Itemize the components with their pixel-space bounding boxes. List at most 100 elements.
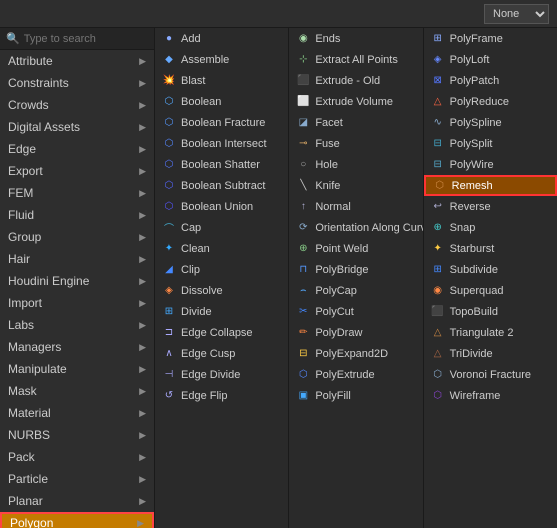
polyloft-icon: ◈ [430,52,446,68]
menu-item-polyextrude[interactable]: ⬡PolyExtrude [289,364,422,385]
menu-item-facet[interactable]: ◪Facet [289,112,422,133]
sidebar-item-manipulate[interactable]: Manipulate▶ [0,358,154,380]
menu-item-polyspline[interactable]: ∿PolySpline [424,112,557,133]
sidebar-item-managers[interactable]: Managers▶ [0,336,154,358]
menu-item-polydraw[interactable]: ✏PolyDraw [289,322,422,343]
sidebar-item-label: Fluid [8,208,34,222]
sidebar-item-particle[interactable]: Particle▶ [0,468,154,490]
menu-item-label: Normal [315,201,350,213]
menu-item-dissolve[interactable]: ◈Dissolve [155,280,288,301]
menu-item-orientation-along-curve[interactable]: ⟳Orientation Along Curve [289,217,422,238]
menu-item-boolean-intersect[interactable]: ⬡Boolean Intersect [155,133,288,154]
menu-item-knife[interactable]: ╲Knife [289,175,422,196]
menu-item-polycap[interactable]: ⌢PolyCap [289,280,422,301]
menu-item-topobuild[interactable]: ⬛TopoBuild [424,301,557,322]
arrow-icon: ▶ [139,188,146,199]
menu-item-label: Voronoi Fracture [450,369,531,381]
menu-item-assemble[interactable]: ◆Assemble [155,49,288,70]
menu-item-polypatch[interactable]: ⊠PolyPatch [424,70,557,91]
boolean-subtract-icon: ⬡ [161,178,177,194]
menu-item-fuse[interactable]: ⊸Fuse [289,133,422,154]
sidebar-item-constraints[interactable]: Constraints▶ [0,72,154,94]
menu-item-edge-cusp[interactable]: ∧Edge Cusp [155,343,288,364]
column-1: ●Add◆Assemble💥Blast⬡Boolean⬡Boolean Frac… [155,28,289,528]
menu-item-boolean[interactable]: ⬡Boolean [155,91,288,112]
sidebar-item-fem[interactable]: FEM ▶ [0,182,154,204]
menu-item-divide[interactable]: ⊞Divide [155,301,288,322]
menu-item-boolean-union[interactable]: ⬡Boolean Union [155,196,288,217]
menu-item-polyexpand2d[interactable]: ⊟PolyExpand2D [289,343,422,364]
menu-item-subdivide[interactable]: ⊞Subdivide [424,259,557,280]
sidebar-item-pack[interactable]: Pack▶ [0,446,154,468]
menu-item-label: PolySplit [450,138,493,150]
menu-item-edge-collapse[interactable]: ⊐Edge Collapse [155,322,288,343]
sidebar-item-crowds[interactable]: Crowds▶ [0,94,154,116]
sidebar-item-fluid[interactable]: Fluid▶ [0,204,154,226]
arrow-icon: ▶ [139,320,146,331]
menu-item-label: Remesh [452,180,493,192]
sidebar-item-planar[interactable]: Planar▶ [0,490,154,512]
search-input[interactable] [24,33,148,45]
menu-item-boolean-subtract[interactable]: ⬡Boolean Subtract [155,175,288,196]
sidebar-item-hair[interactable]: Hair▶ [0,248,154,270]
sidebar-item-label: FEM [8,186,33,200]
polyextrude-icon: ⬡ [295,367,311,383]
hole-icon: ○ [295,157,311,173]
menu-item-label: Superquad [450,285,504,297]
menu-item-cap[interactable]: ⌒Cap [155,217,288,238]
menu-item-extract-all-points[interactable]: ⊹Extract All Points [289,49,422,70]
menu-item-snap[interactable]: ⊕Snap [424,217,557,238]
sidebar-item-import[interactable]: Import▶ [0,292,154,314]
polycap-icon: ⌢ [295,283,311,299]
menu-item-ends[interactable]: ◉Ends [289,28,422,49]
menu-item-polywire[interactable]: ⊟PolyWire [424,154,557,175]
menu-item-edge-flip[interactable]: ↺Edge Flip [155,385,288,406]
menu-item-starburst[interactable]: ✦Starburst [424,238,557,259]
menu-item-polyreduce[interactable]: △PolyReduce [424,91,557,112]
menu-item-normal[interactable]: ↑Normal [289,196,422,217]
menu-item-point-weld[interactable]: ⊕Point Weld [289,238,422,259]
sidebar-item-attribute[interactable]: Attribute▶ [0,50,154,72]
menu-item-label: Divide [181,306,212,318]
menu-item-blast[interactable]: 💥Blast [155,70,288,91]
menu-item-polysplit[interactable]: ⊟PolySplit [424,133,557,154]
menu-item-tridivide[interactable]: △TriDivide [424,343,557,364]
menu-item-reverse[interactable]: ↩Reverse [424,196,557,217]
menu-item-triangulate-2[interactable]: △Triangulate 2 [424,322,557,343]
sidebar-item-material[interactable]: Material▶ [0,402,154,424]
arrow-icon: ▶ [139,364,146,375]
menu-item-polyframe[interactable]: ⊞PolyFrame [424,28,557,49]
menu-item-voronoi-fracture[interactable]: ⬡Voronoi Fracture [424,364,557,385]
menu-item-remesh[interactable]: ⬡Remesh [424,175,557,196]
menu-item-polybridge[interactable]: ⊓PolyBridge [289,259,422,280]
menu-item-polyloft[interactable]: ◈PolyLoft [424,49,557,70]
search-box[interactable]: 🔍 [0,28,154,50]
sidebar-item-houdini-engine[interactable]: Houdini Engine▶ [0,270,154,292]
menu-item-polycut[interactable]: ✂PolyCut [289,301,422,322]
menu-item-clean[interactable]: ✦Clean [155,238,288,259]
menu-item-label: Point Weld [315,243,368,255]
menu-item-boolean-shatter[interactable]: ⬡Boolean Shatter [155,154,288,175]
menu-item-label: PolyBridge [315,264,368,276]
sidebar-item-edge[interactable]: Edge▶ [0,138,154,160]
sidebar-item-digital-assets[interactable]: Digital Assets▶ [0,116,154,138]
sidebar-item-labs[interactable]: Labs▶ [0,314,154,336]
menu-item-extrude---old[interactable]: ⬛Extrude - Old [289,70,422,91]
menu-item-superquad[interactable]: ◉Superquad [424,280,557,301]
sidebar-item-mask[interactable]: Mask▶ [0,380,154,402]
menu-item-hole[interactable]: ○Hole [289,154,422,175]
menu-item-wireframe[interactable]: ⬡Wireframe [424,385,557,406]
none-dropdown[interactable]: None Default [484,4,549,24]
sidebar-item-nurbs[interactable]: NURBS▶ [0,424,154,446]
clean-icon: ✦ [161,241,177,257]
sidebar-item-group[interactable]: Group▶ [0,226,154,248]
arrow-icon: ▶ [139,474,146,485]
menu-item-clip[interactable]: ◢Clip [155,259,288,280]
sidebar-item-polygon[interactable]: Polygon▶ [0,512,154,528]
menu-item-add[interactable]: ●Add [155,28,288,49]
menu-item-boolean-fracture[interactable]: ⬡Boolean Fracture [155,112,288,133]
sidebar-item-export[interactable]: Export▶ [0,160,154,182]
menu-item-extrude-volume[interactable]: ⬜Extrude Volume [289,91,422,112]
menu-item-edge-divide[interactable]: ⊣Edge Divide [155,364,288,385]
menu-item-polyfill[interactable]: ▣PolyFill [289,385,422,406]
